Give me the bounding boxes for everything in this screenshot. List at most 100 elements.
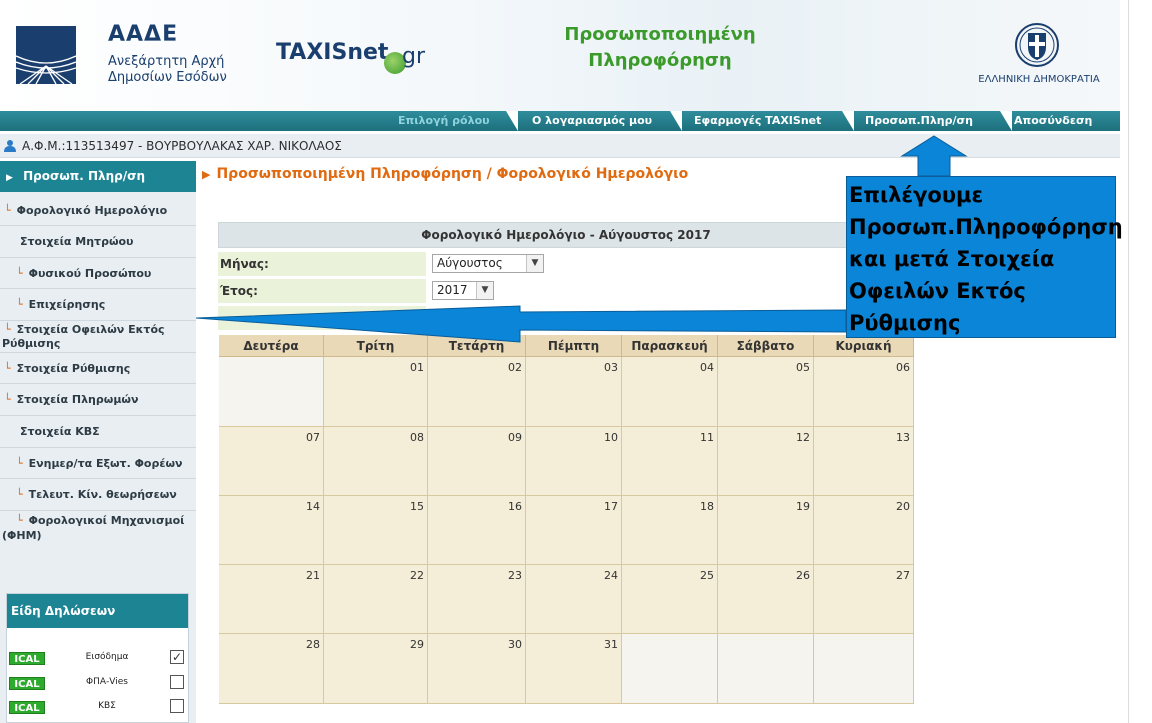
- month-select[interactable]: Αύγουστος ▼: [432, 254, 544, 273]
- annotation-callout: Επιλέγουμε Προσωπ.Πληροφόρηση και μετά Σ…: [846, 176, 1123, 338]
- weekday-header: Τετάρτη: [428, 335, 526, 357]
- bullet-icon: └: [4, 393, 11, 406]
- bullet-icon: └: [4, 323, 11, 336]
- kbs-checkbox[interactable]: [170, 699, 184, 713]
- aade-logo-icon: [16, 26, 76, 84]
- calendar-day[interactable]: 12: [718, 427, 814, 496]
- year-select-value: 2017: [437, 283, 468, 297]
- header-title-line2: Πληροφόρηση: [588, 50, 732, 71]
- sidebar-item-label: Φυσικού Προσώπου: [28, 267, 152, 280]
- declaration-types-title: Είδη Δηλώσεων: [7, 594, 188, 628]
- weekday-header: Δευτέρα: [219, 335, 324, 357]
- calendar-day[interactable]: 28: [219, 634, 324, 704]
- sidebar-item-tax-calendar[interactable]: └ Φορολογικό Ημερολόγιο: [0, 195, 196, 226]
- sidebar-item-last-endorsements[interactable]: └ Τελευτ. Κίν. θεωρήσεων: [0, 479, 196, 511]
- user-identity: Α.Φ.Μ.:113513497 - ΒΟΥΡΒΟΥΛΑΚΑΣ ΧΑΡ. ΝΙΚ…: [22, 139, 342, 153]
- declaration-row-kbs: ICAL ΚΒΣ: [7, 699, 188, 719]
- income-checkbox[interactable]: ✓: [170, 650, 184, 664]
- calendar-day[interactable]: 30: [428, 634, 526, 704]
- calendar-day[interactable]: 09: [428, 427, 526, 496]
- calendar-day[interactable]: 06: [814, 357, 914, 427]
- calendar-day[interactable]: 31: [526, 634, 622, 704]
- calendar-day[interactable]: 13: [814, 427, 914, 496]
- calendar-day[interactable]: 07: [219, 427, 324, 496]
- sidebar-item-natural-person[interactable]: └ Φυσικού Προσώπου: [0, 258, 196, 289]
- user-bar: Α.Φ.Μ.:113513497 - ΒΟΥΡΒΟΥΛΑΚΑΣ ΧΑΡ. ΝΙΚ…: [0, 134, 1120, 158]
- sidebar-item-label: Τελευτ. Κίν. θεωρήσεων: [28, 488, 177, 501]
- calendar-day[interactable]: 22: [324, 565, 428, 634]
- calendar-day[interactable]: 04: [622, 357, 718, 427]
- ical-badge[interactable]: ICAL: [9, 701, 45, 714]
- calendar-day[interactable]: 25: [622, 565, 718, 634]
- top-nav: Επιλογή ρόλου Ο λογαριασμός μου Εφαρμογέ…: [0, 111, 1120, 131]
- calendar-day[interactable]: 18: [622, 496, 718, 565]
- sidebar-item-label: Στοιχεία Ρύθμισης: [16, 362, 131, 375]
- tab-logout[interactable]: Αποσύνδεση: [1004, 111, 1118, 131]
- calendar-day[interactable]: 26: [718, 565, 814, 634]
- calendar-day[interactable]: 11: [622, 427, 718, 496]
- month-select-value: Αύγουστος: [437, 256, 503, 270]
- calendar-day[interactable]: 17: [526, 496, 622, 565]
- aade-subtitle-1: Ανεξάρτητη Αρχή: [108, 54, 225, 69]
- calendar-day[interactable]: 10: [526, 427, 622, 496]
- sidebar-item-arrangement[interactable]: └ Στοιχεία Ρύθμισης: [0, 353, 196, 384]
- calendar-day[interactable]: 08: [324, 427, 428, 496]
- tab-taxisnet-apps[interactable]: Εφαρμογές TAXISnet: [684, 111, 846, 131]
- declaration-label: ΚΒΣ: [98, 701, 116, 711]
- sidebar-item-fiscal-mechanisms[interactable]: └ Φορολογικοί Μηχανισμοί (ΦΗΜ): [0, 511, 196, 545]
- tab-personalized-info[interactable]: Προσωπ.Πληρ/ση: [855, 111, 1005, 131]
- month-label: Μήνας:: [218, 252, 426, 276]
- calendar-day[interactable]: 27: [814, 565, 914, 634]
- sidebar-active-label: Προσωπ. Πληρ/ση: [23, 169, 146, 183]
- calendar-day[interactable]: 14: [219, 496, 324, 565]
- sidebar-item-label: Φορολογικό Ημερολόγιο: [16, 204, 168, 217]
- sidebar-item-personalized-info[interactable]: ▶ Προσωπ. Πληρ/ση: [0, 161, 196, 192]
- third-filter-row: [218, 306, 914, 330]
- calendar-day[interactable]: 19: [718, 496, 814, 565]
- sidebar-item-label: Επιχείρησης: [28, 298, 106, 311]
- calendar-day[interactable]: 05: [718, 357, 814, 427]
- sidebar-item-registry[interactable]: Στοιχεία Μητρώου: [0, 226, 196, 258]
- vat-checkbox[interactable]: [170, 675, 184, 689]
- year-select[interactable]: 2017 ▼: [432, 281, 494, 300]
- chevron-right-icon: ▶: [202, 168, 211, 181]
- tab-my-account[interactable]: Ο λογαριασμός μου: [522, 111, 672, 131]
- weekday-header: Παρασκευή: [622, 335, 718, 357]
- calendar-day[interactable]: 16: [428, 496, 526, 565]
- sidebar-item-external-bodies[interactable]: └ Ενημερ/τα Εξωτ. Φορέων: [0, 448, 196, 479]
- declaration-row-vat: ICAL ΦΠΑ-Vies: [7, 675, 188, 695]
- sidebar-item-label: Φορολογικοί Μηχανισμοί (ΦΗΜ): [2, 514, 185, 542]
- calendar-day[interactable]: 15: [324, 496, 428, 565]
- bullet-icon: └: [16, 298, 23, 311]
- calendar-day[interactable]: 20: [814, 496, 914, 565]
- ical-badge[interactable]: ICAL: [9, 677, 45, 690]
- chevron-right-icon: ▶: [6, 173, 13, 183]
- sidebar-item-label: Στοιχεία Πληρωμών: [16, 393, 139, 406]
- calendar-day[interactable]: 29: [324, 634, 428, 704]
- calendar-title: Φορολογικό Ημερολόγιο - Αύγουστος 2017: [218, 222, 914, 248]
- month-row: Μήνας: Αύγουστος ▼: [218, 252, 914, 276]
- bullet-icon: └: [16, 267, 23, 280]
- tab-select-role[interactable]: Επιλογή ρόλου: [388, 111, 508, 131]
- calendar-day[interactable]: 02: [428, 357, 526, 427]
- sidebar-item-label: Στοιχεία ΚΒΣ: [20, 425, 100, 438]
- calendar-day[interactable]: 21: [219, 565, 324, 634]
- page-header: ΑΑΔΕ Ανεξάρτητη Αρχή Δημοσίων Εσόδων TAX…: [0, 0, 1120, 112]
- calendar-day[interactable]: 24: [526, 565, 622, 634]
- calendar-day[interactable]: 01: [324, 357, 428, 427]
- sidebar-item-debts-outside-arrangement[interactable]: └ Στοιχεία Οφειλών Εκτός Ρύθμισης: [0, 321, 196, 353]
- calendar-day[interactable]: 03: [526, 357, 622, 427]
- sidebar-item-business[interactable]: └ Επιχείρησης: [0, 289, 196, 321]
- year-row: Έτος: 2017 ▼: [218, 279, 914, 303]
- taxisnet-suffix: gr: [402, 44, 426, 69]
- calendar-day[interactable]: 23: [428, 565, 526, 634]
- ical-badge[interactable]: ICAL: [9, 652, 45, 665]
- greek-republic-emblem-icon: [1015, 23, 1059, 67]
- weekday-header: Σάββατο: [718, 335, 814, 357]
- sidebar-item-kbs[interactable]: Στοιχεία ΚΒΣ: [0, 416, 196, 448]
- weekday-header: Πέμπτη: [526, 335, 622, 357]
- user-icon: [4, 140, 16, 152]
- declaration-row-income: ICAL Εισόδημα ✓: [7, 650, 188, 670]
- scrollbar[interactable]: [1128, 0, 1129, 723]
- sidebar-item-payments[interactable]: └ Στοιχεία Πληρωμών: [0, 384, 196, 416]
